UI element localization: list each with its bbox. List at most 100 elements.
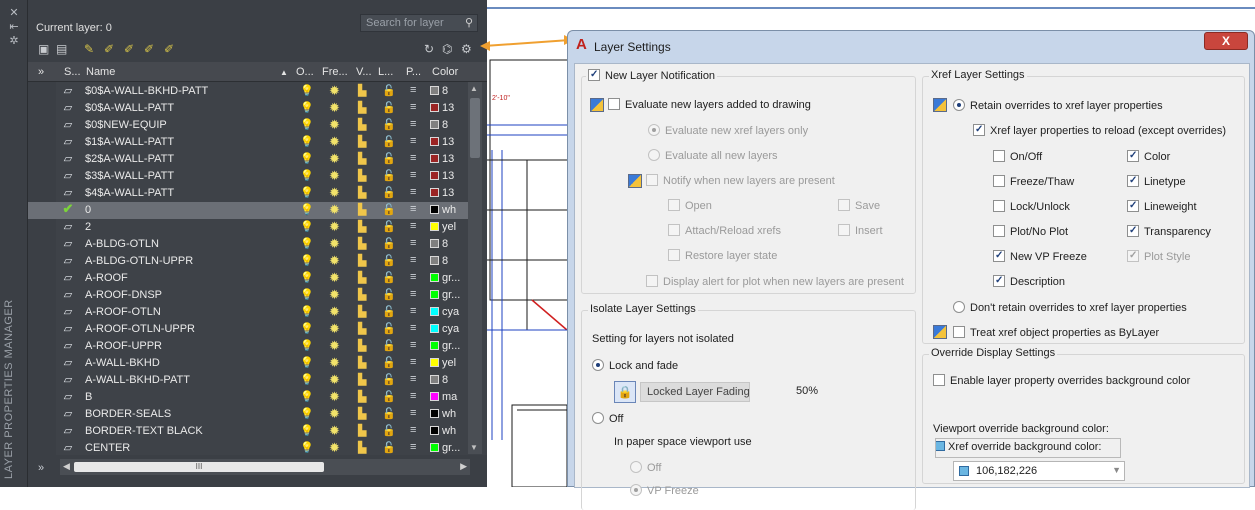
- column-name[interactable]: Name: [86, 66, 115, 78]
- color-name[interactable]: 13: [442, 187, 468, 199]
- notify-attach-reload-checkbox[interactable]: Attach/Reload xrefs: [668, 224, 781, 237]
- lightbulb-icon[interactable]: 💡: [300, 305, 314, 318]
- treat-bylayer-checkbox[interactable]: Treat xref object properties as ByLayer: [953, 326, 1159, 339]
- transparency-checkbox[interactable]: Transparency: [1127, 225, 1211, 238]
- color-swatch[interactable]: [430, 239, 439, 248]
- sun-icon[interactable]: ✹: [329, 372, 340, 388]
- color-name[interactable]: gr...: [442, 289, 468, 301]
- color-swatch[interactable]: [430, 188, 439, 197]
- color-name[interactable]: gr...: [442, 272, 468, 284]
- locked-fading-slider[interactable]: Locked Layer Fading: [640, 382, 750, 402]
- color-swatch[interactable]: [430, 426, 439, 435]
- unlock-icon[interactable]: 🔓: [382, 84, 396, 97]
- vp-freeze-radio[interactable]: VP Freeze: [630, 484, 699, 497]
- layer-states-manager-icon[interactable]: ✎: [84, 42, 94, 56]
- sun-icon[interactable]: ✹: [329, 117, 340, 133]
- printer-icon[interactable]: ≡: [410, 407, 416, 419]
- color-swatch[interactable]: [430, 409, 439, 418]
- sun-icon[interactable]: ✹: [329, 168, 340, 184]
- printer-icon[interactable]: ≡: [410, 254, 416, 266]
- color-name[interactable]: 8: [442, 374, 468, 386]
- refresh-icon[interactable]: ↻: [424, 42, 434, 56]
- lightbulb-icon[interactable]: 💡: [300, 441, 314, 454]
- layer-row[interactable]: ▱ $1$A-WALL-PATT 💡 ✹ ▙ 🔓 ≡ 13: [28, 134, 468, 151]
- layer-row[interactable]: ▱ $0$NEW-EQUIP 💡 ✹ ▙ 🔓 ≡ 8: [28, 117, 468, 134]
- horizontal-scrollbar[interactable]: ◀ III ▶: [60, 459, 470, 475]
- new-layer-notification-check[interactable]: [588, 69, 600, 81]
- color-name[interactable]: 13: [442, 136, 468, 148]
- layer-name[interactable]: A-ROOF: [85, 272, 128, 284]
- vp-freeze-icon[interactable]: ▙: [358, 254, 366, 267]
- vp-freeze-icon[interactable]: ▙: [358, 118, 366, 131]
- locked-fading-icon[interactable]: 🔒: [614, 381, 636, 403]
- unlock-icon[interactable]: 🔓: [382, 339, 396, 352]
- sun-icon[interactable]: ✹: [329, 83, 340, 99]
- horizontal-scroll-thumb[interactable]: III: [74, 462, 324, 472]
- layer-name[interactable]: $2$A-WALL-PATT: [85, 153, 174, 165]
- vp-freeze-icon[interactable]: ▙: [358, 322, 366, 335]
- linetype-checkbox[interactable]: Linetype: [1127, 175, 1186, 188]
- column-lock[interactable]: L...: [378, 66, 393, 78]
- color-swatch[interactable]: [430, 324, 439, 333]
- new-vp-frozen-layer-icon[interactable]: ✐: [124, 42, 134, 56]
- layer-name[interactable]: CENTER: [85, 442, 130, 454]
- printer-icon[interactable]: ≡: [410, 271, 416, 283]
- lightbulb-icon[interactable]: 💡: [300, 152, 314, 165]
- color-swatch[interactable]: [430, 154, 439, 163]
- layer-row[interactable]: ▱ BORDER-SEALS 💡 ✹ ▙ 🔓 ≡ wh: [28, 406, 468, 423]
- vp-freeze-icon[interactable]: ▙: [358, 339, 366, 352]
- vp-freeze-icon[interactable]: ▙: [358, 101, 366, 114]
- color-swatch[interactable]: [430, 341, 439, 350]
- vp-freeze-icon[interactable]: ▙: [358, 135, 366, 148]
- printer-icon[interactable]: ≡: [410, 169, 416, 181]
- new-property-filter-icon[interactable]: ▣: [38, 42, 49, 56]
- unlock-icon[interactable]: 🔓: [382, 254, 396, 267]
- vp-freeze-icon[interactable]: ▙: [358, 356, 366, 369]
- lightbulb-icon[interactable]: 💡: [300, 169, 314, 182]
- color-swatch[interactable]: [430, 358, 439, 367]
- printer-icon[interactable]: ≡: [410, 339, 416, 351]
- color-name[interactable]: cya: [442, 306, 468, 318]
- chevron-down-icon[interactable]: ▼: [1112, 465, 1121, 475]
- close-button[interactable]: X: [1204, 32, 1248, 50]
- evaluate-all-radio[interactable]: Evaluate all new layers: [648, 149, 778, 162]
- color-name[interactable]: 13: [442, 170, 468, 182]
- layer-name[interactable]: $0$A-WALL-BKHD-PATT: [85, 85, 208, 97]
- lightbulb-icon[interactable]: 💡: [300, 271, 314, 284]
- layer-name[interactable]: A-BLDG-OTLN-UPPR: [85, 255, 193, 267]
- printer-icon[interactable]: ≡: [410, 237, 416, 249]
- lock-and-fade-radio[interactable]: Lock and fade: [592, 359, 678, 372]
- color-name[interactable]: 13: [442, 102, 468, 114]
- lightbulb-icon[interactable]: 💡: [300, 135, 314, 148]
- evaluate-xref-only-radio[interactable]: Evaluate new xref layers only: [648, 124, 808, 137]
- color-swatch[interactable]: [430, 392, 439, 401]
- color-swatch[interactable]: [430, 273, 439, 282]
- properties-icon[interactable]: ✲: [0, 34, 28, 48]
- vertical-scrollbar[interactable]: ▲ ▼: [468, 82, 482, 454]
- lineweight-checkbox[interactable]: Lineweight: [1127, 200, 1197, 213]
- color-name[interactable]: 8: [442, 119, 468, 131]
- layer-row[interactable]: ▱ A-ROOF-UPPR 💡 ✹ ▙ 🔓 ≡ gr...: [28, 338, 468, 355]
- unlock-icon[interactable]: 🔓: [382, 373, 396, 386]
- sun-icon[interactable]: ✹: [329, 287, 340, 303]
- color-swatch[interactable]: [430, 256, 439, 265]
- layer-row[interactable]: ▱ $0$A-WALL-PATT 💡 ✹ ▙ 🔓 ≡ 13: [28, 100, 468, 117]
- sun-icon[interactable]: ✹: [329, 236, 340, 252]
- layer-row[interactable]: ▱ CENTER 💡 ✹ ▙ 🔓 ≡ gr...: [28, 440, 468, 457]
- description-checkbox[interactable]: Description: [993, 275, 1065, 288]
- color-name[interactable]: gr...: [442, 442, 468, 454]
- layer-row[interactable]: ▱ A-ROOF-OTLN-UPPR 💡 ✹ ▙ 🔓 ≡ cya: [28, 321, 468, 338]
- vp-freeze-icon[interactable]: ▙: [358, 305, 366, 318]
- color-swatch[interactable]: [430, 103, 439, 112]
- printer-icon[interactable]: ≡: [410, 356, 416, 368]
- unlock-icon[interactable]: 🔓: [382, 237, 396, 250]
- color-name[interactable]: 8: [442, 85, 468, 97]
- search-input[interactable]: Search for layer ⚲: [360, 14, 478, 32]
- color-swatch[interactable]: [430, 137, 439, 146]
- color-swatch[interactable]: [430, 205, 439, 214]
- sun-icon[interactable]: ✹: [329, 406, 340, 422]
- delete-layer-icon[interactable]: ✐: [144, 42, 154, 56]
- expand-filters-bottom-icon[interactable]: »: [38, 462, 44, 474]
- unlock-icon[interactable]: 🔓: [382, 288, 396, 301]
- column-status[interactable]: S...: [64, 66, 81, 78]
